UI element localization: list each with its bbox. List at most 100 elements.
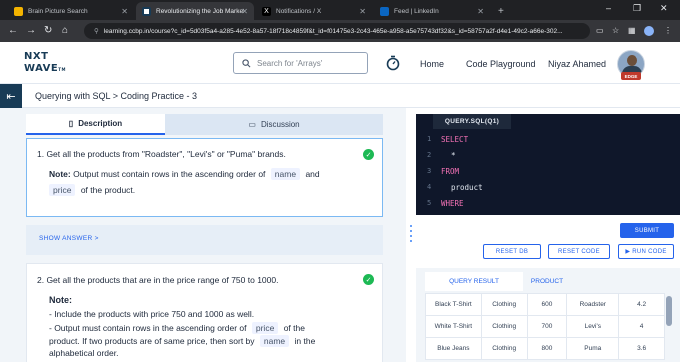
inline-code: price bbox=[49, 184, 76, 196]
timer-icon[interactable] bbox=[386, 55, 400, 71]
breadcrumb[interactable]: Querying with SQL > Coding Practice - 3 bbox=[35, 91, 197, 101]
minimize-icon[interactable]: – bbox=[606, 3, 611, 13]
app-header: NXT WAVETM Search for 'Arrays' Home Code… bbox=[0, 42, 680, 84]
line-number: 2 bbox=[427, 151, 432, 159]
note-line-4: alphabetical order. bbox=[49, 348, 119, 358]
editor-file-tab[interactable]: QUERY.SQL(Q1) bbox=[433, 114, 511, 129]
url-text: learning.ccbp.in/course?c_id=5d03f5a4-a2… bbox=[103, 27, 563, 35]
note-text: Output must contain rows in the ascendin… bbox=[73, 169, 266, 179]
question-2-text: 2. Get all the products that are in the … bbox=[37, 275, 279, 285]
table-cell: Roadster bbox=[566, 293, 620, 316]
back-icon[interactable]: ← bbox=[8, 25, 18, 37]
note-text: product. If two products are of same pri… bbox=[49, 336, 255, 346]
address-bar: ← → ↻ ⌂ ⚲ learning.ccbp.in/course?c_id=5… bbox=[0, 20, 680, 42]
nxtwave-logo[interactable]: NXT WAVETM bbox=[24, 52, 66, 75]
pane-resize-handle[interactable] bbox=[410, 225, 413, 247]
url-input[interactable]: ⚲ learning.ccbp.in/course?c_id=5d03f5a4-… bbox=[84, 23, 590, 39]
bookmark-star-icon[interactable]: ☆ bbox=[612, 26, 619, 35]
check-icon: ✓ bbox=[363, 274, 374, 285]
table-cell: Black T-Shirt bbox=[425, 293, 482, 316]
sidebar-toggle-icon[interactable]: ⇤ bbox=[0, 84, 22, 108]
tab-favicon-icon bbox=[14, 6, 23, 16]
maximize-icon[interactable]: ❐ bbox=[633, 3, 641, 14]
table-row: Blue Jeans Clothing 800 Puma 3.6 bbox=[425, 337, 665, 360]
browser-tab-title: Feed | LinkedIn bbox=[394, 7, 439, 15]
tab-product[interactable]: PRODUCT bbox=[523, 272, 571, 291]
question-1-note-line-2: price of the product. bbox=[49, 181, 135, 199]
browser-tab-title: Notifications / X bbox=[276, 7, 322, 15]
close-tab-icon[interactable]: ✕ bbox=[477, 7, 484, 16]
tab-discussion[interactable]: ▭ Discussion bbox=[165, 114, 383, 135]
question-card-2: 2. Get all the products that are in the … bbox=[26, 263, 383, 362]
nav-home-link[interactable]: Home bbox=[420, 59, 444, 69]
code-line: FROM bbox=[441, 167, 460, 176]
question-card-1: 1. Get all the products from "Roadster",… bbox=[26, 138, 383, 217]
table-cell: 3.6 bbox=[618, 337, 665, 360]
code-editor[interactable]: QUERY.SQL(Q1) 1 SELECT 2 * 3 FROM 4 prod… bbox=[416, 114, 680, 215]
browser-tab-strip: Brain Picture Search ✕ Revolutionizing t… bbox=[0, 0, 680, 20]
note-line-3: product. If two products are of same pri… bbox=[49, 335, 315, 347]
close-tab-icon[interactable]: ✕ bbox=[121, 7, 128, 16]
line-number: 5 bbox=[427, 199, 432, 207]
forward-icon[interactable]: → bbox=[26, 25, 36, 37]
results-scrollbar[interactable] bbox=[666, 296, 672, 326]
browser-tab[interactable]: Brain Picture Search ✕ bbox=[8, 2, 134, 20]
close-window-icon[interactable]: ✕ bbox=[660, 3, 668, 14]
extensions-icon[interactable]: ▦ bbox=[628, 26, 636, 35]
line-number: 4 bbox=[427, 183, 432, 191]
table-cell: 4 bbox=[618, 315, 665, 338]
search-icon bbox=[242, 58, 251, 67]
new-tab-button[interactable]: + bbox=[492, 2, 510, 20]
description-tabs: ▯ Description ▭ Discussion bbox=[26, 114, 383, 135]
profile-icon[interactable] bbox=[644, 26, 654, 36]
browser-tab[interactable]: Feed | LinkedIn ✕ bbox=[374, 2, 490, 20]
reload-icon[interactable]: ↻ bbox=[44, 25, 52, 37]
tab-favicon-icon bbox=[142, 6, 151, 16]
home-icon[interactable]: ⌂ bbox=[62, 25, 68, 37]
note-bullet-2: - Output must contain rows in the ascend… bbox=[49, 322, 305, 334]
close-tab-icon[interactable]: ✕ bbox=[241, 7, 248, 16]
install-icon[interactable]: ▭ bbox=[596, 26, 604, 35]
table-cell: Clothing bbox=[480, 315, 528, 338]
code-line: SELECT bbox=[441, 135, 469, 144]
tab-description[interactable]: ▯ Description bbox=[26, 114, 165, 135]
chat-icon: ▭ bbox=[248, 120, 256, 129]
document-icon: ▯ bbox=[68, 119, 74, 128]
table-row: White T-Shirt Clothing 700 Levi's 4 bbox=[425, 315, 665, 338]
table-cell: 700 bbox=[526, 315, 568, 338]
logo-line-1: NXT bbox=[24, 51, 49, 62]
table-cell: 4.2 bbox=[618, 293, 665, 316]
note-text: of the bbox=[283, 323, 305, 333]
browser-tab[interactable]: X Notifications / X ✕ bbox=[256, 2, 372, 20]
site-info-icon[interactable]: ⚲ bbox=[94, 27, 99, 35]
note-label: Note: bbox=[49, 295, 72, 305]
reset-code-button[interactable]: RESET CODE bbox=[548, 244, 610, 259]
logo-tm: TM bbox=[58, 67, 66, 72]
tab-discussion-label: Discussion bbox=[260, 120, 300, 129]
show-answer-button[interactable]: SHOW ANSWER > bbox=[39, 235, 99, 242]
result-table: Black T-Shirt Clothing 600 Roadster 4.2 … bbox=[425, 293, 665, 360]
search-input[interactable]: Search for 'Arrays' bbox=[233, 52, 368, 74]
browser-tab[interactable]: Revolutionizing the Job Market ✕ bbox=[136, 2, 254, 20]
inline-code: price bbox=[251, 322, 279, 334]
close-tab-icon[interactable]: ✕ bbox=[359, 7, 366, 16]
reset-db-button[interactable]: RESET DB bbox=[483, 244, 541, 259]
user-name[interactable]: Niyaz Ahamed bbox=[548, 59, 606, 69]
search-placeholder: Search for 'Arrays' bbox=[257, 58, 323, 68]
submit-button[interactable]: SUBMIT bbox=[620, 223, 674, 238]
tab-query-result[interactable]: QUERY RESULT bbox=[425, 272, 523, 291]
table-row: Black T-Shirt Clothing 600 Roadster 4.2 bbox=[425, 293, 665, 316]
line-number: 1 bbox=[427, 135, 432, 143]
note-bullet-1: - Include the products with price 750 an… bbox=[49, 309, 255, 319]
avatar-badge: EDGE bbox=[621, 72, 641, 80]
table-cell: Clothing bbox=[480, 337, 528, 360]
browser-menu-icon[interactable]: ⋮ bbox=[664, 26, 672, 35]
table-cell: 800 bbox=[526, 337, 568, 360]
nav-code-playground-link[interactable]: Code Playground bbox=[466, 59, 536, 69]
run-code-button[interactable]: ▶ RUN CODE bbox=[618, 244, 674, 259]
check-icon: ✓ bbox=[363, 149, 374, 160]
note-text: in the bbox=[294, 336, 316, 346]
code-line: product bbox=[451, 183, 483, 192]
table-cell: 600 bbox=[526, 293, 568, 316]
inline-code: name bbox=[270, 168, 301, 180]
